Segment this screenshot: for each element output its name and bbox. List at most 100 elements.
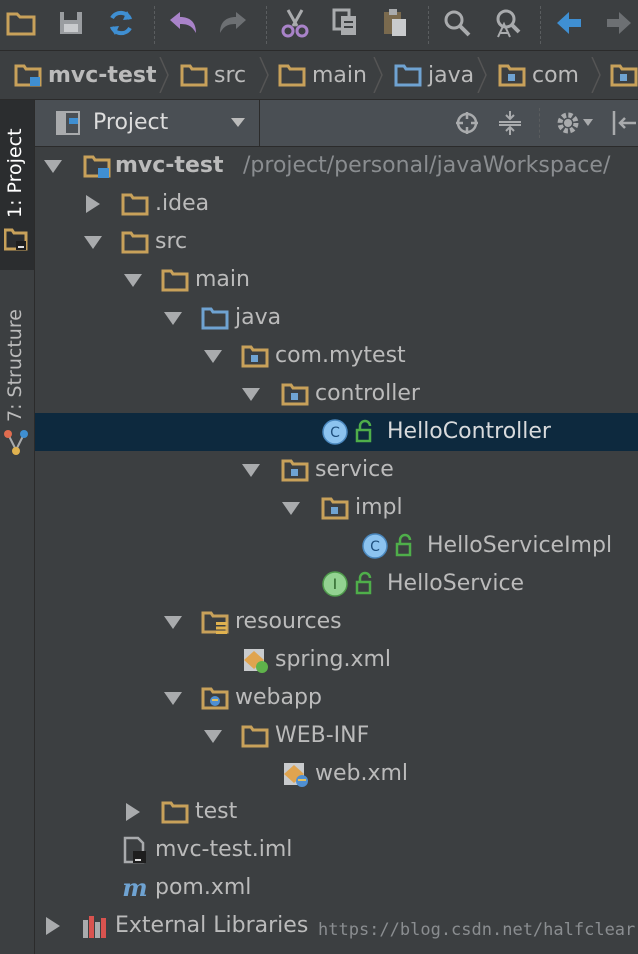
folder-icon	[161, 801, 189, 824]
breadcrumb-item-com[interactable]: com	[498, 51, 579, 99]
maven-icon: m	[122, 874, 147, 902]
module-folder-icon	[83, 155, 111, 178]
breadcrumb-item-main[interactable]: main	[278, 51, 367, 99]
package-icon	[321, 497, 349, 520]
expand-arrow-right-icon[interactable]	[123, 802, 143, 822]
tree-node-main[interactable]: main	[35, 261, 638, 299]
undo-button[interactable]	[166, 6, 200, 40]
class-icon: C	[322, 419, 348, 445]
expand-arrow-down-icon[interactable]	[203, 346, 223, 366]
interface-icon: I	[322, 571, 348, 597]
expand-arrow-down-icon[interactable]	[123, 270, 143, 290]
breadcrumb-item-next[interactable]	[610, 51, 638, 99]
structure-icon	[4, 430, 28, 455]
project-view-icon	[56, 111, 80, 135]
libraries-icon	[83, 916, 106, 938]
tree-node-spring-xml[interactable]: spring.xml	[35, 641, 638, 679]
chevron-right-icon	[591, 57, 601, 93]
tree-label: HelloController	[387, 419, 551, 444]
paste-button[interactable]	[378, 6, 412, 40]
tree-node-mvc-test[interactable]: mvc-test /project/personal/javaWorkspace…	[35, 147, 638, 185]
tree-node-hello-service[interactable]: I HelloService	[35, 565, 638, 603]
tree-node-resources[interactable]: resources	[35, 603, 638, 641]
package-icon	[281, 459, 309, 482]
tree-label: resources	[235, 609, 342, 634]
forward-button[interactable]	[602, 6, 636, 40]
panel-title: Project	[93, 110, 169, 135]
replace-button[interactable]	[490, 6, 524, 40]
chevron-right-icon	[259, 57, 269, 93]
gear-dropdown-chevron-icon[interactable]	[583, 119, 593, 127]
breadcrumb-item-src[interactable]: src	[180, 51, 246, 99]
tab-project-label: 1: Project	[4, 128, 26, 218]
tree-node-webapp[interactable]: webapp	[35, 679, 638, 717]
expand-arrow-down-icon[interactable]	[43, 156, 63, 176]
tree-node-hello-controller[interactable]: C HelloController	[35, 413, 638, 451]
tab-structure[interactable]: 7: Structure	[0, 286, 34, 466]
back-button[interactable]	[552, 6, 586, 40]
hide-panel-icon[interactable]	[611, 110, 637, 136]
main-toolbar	[0, 0, 638, 51]
redo-button[interactable]	[216, 6, 250, 40]
breadcrumb-item-mvc-test[interactable]: mvc-test	[14, 51, 157, 99]
copy-button[interactable]	[328, 6, 362, 40]
tree-node-hello-service-impl[interactable]: C HelloServiceImpl	[35, 527, 638, 565]
svg-text:I: I	[333, 577, 337, 593]
breadcrumb-item-java[interactable]: java	[394, 51, 474, 99]
chevron-right-icon	[477, 57, 487, 93]
public-access-lock-icon	[395, 533, 412, 557]
tree-node-impl[interactable]: impl	[35, 489, 638, 527]
tree-node-controller[interactable]: controller	[35, 375, 638, 413]
expand-arrow-right-icon[interactable]	[83, 194, 103, 214]
save-all-button[interactable]	[54, 6, 88, 40]
expand-arrow-right-icon[interactable]	[43, 916, 63, 936]
tree-label: webapp	[235, 685, 322, 710]
tree-node-java[interactable]: java	[35, 299, 638, 337]
tree-node-mvc-test-iml[interactable]: mvc-test.iml	[35, 831, 638, 869]
open-folder-button[interactable]	[4, 6, 38, 40]
collapse-all-icon[interactable]	[497, 110, 523, 136]
tree-label: WEB-INF	[275, 723, 370, 748]
expand-arrow-down-icon[interactable]	[163, 688, 183, 708]
package-icon	[281, 383, 309, 406]
breadcrumb-label: mvc-test	[48, 62, 157, 88]
undo-icon	[170, 12, 196, 33]
cut-button[interactable]	[278, 6, 312, 40]
folder-icon	[278, 64, 306, 87]
tree-node-web-xml[interactable]: web.xml	[35, 755, 638, 793]
tree-label: controller	[315, 381, 420, 406]
expand-arrow-down-icon[interactable]	[203, 726, 223, 746]
tab-project[interactable]: 1: Project	[0, 100, 34, 270]
tree-node-com-mytest[interactable]: com.mytest	[35, 337, 638, 375]
expand-arrow-down-icon[interactable]	[83, 232, 103, 252]
tree-node-src[interactable]: src	[35, 223, 638, 261]
expand-arrow-down-icon[interactable]	[281, 498, 301, 518]
web-xml-icon	[284, 763, 308, 787]
tree-node-service[interactable]: service	[35, 451, 638, 489]
tree-path: /project/personal/javaWorkspace/	[243, 153, 611, 178]
gear-icon[interactable]	[555, 110, 581, 136]
expand-arrow-down-icon[interactable]	[163, 612, 183, 632]
tree-node-test[interactable]: test	[35, 793, 638, 831]
svg-text:C: C	[330, 425, 340, 441]
tree-label: test	[195, 799, 238, 824]
panel-header-separator	[539, 108, 541, 138]
folder-open-icon	[6, 12, 36, 36]
search-icon	[444, 10, 471, 37]
project-tree: mvc-test /project/personal/javaWorkspace…	[35, 147, 638, 954]
project-panel-header: Project	[35, 100, 638, 147]
tree-node-pom-xml[interactable]: m pom.xml	[35, 869, 638, 907]
find-button[interactable]	[440, 6, 474, 40]
synchronize-button[interactable]	[104, 6, 138, 40]
view-dropdown-chevron-icon[interactable]	[231, 118, 245, 128]
tree-node-web-inf[interactable]: WEB-INF	[35, 717, 638, 755]
folder-icon	[161, 269, 189, 292]
tree-label: impl	[355, 495, 403, 520]
toolbar-separator	[266, 6, 268, 44]
expand-arrow-down-icon[interactable]	[241, 384, 261, 404]
tree-node-idea[interactable]: .idea	[35, 185, 638, 223]
scroll-from-source-icon[interactable]	[455, 111, 479, 135]
expand-arrow-down-icon[interactable]	[163, 308, 183, 328]
project-tool-window: Project mvc-test /project/personal/javaW…	[35, 100, 638, 954]
expand-arrow-down-icon[interactable]	[241, 460, 261, 480]
